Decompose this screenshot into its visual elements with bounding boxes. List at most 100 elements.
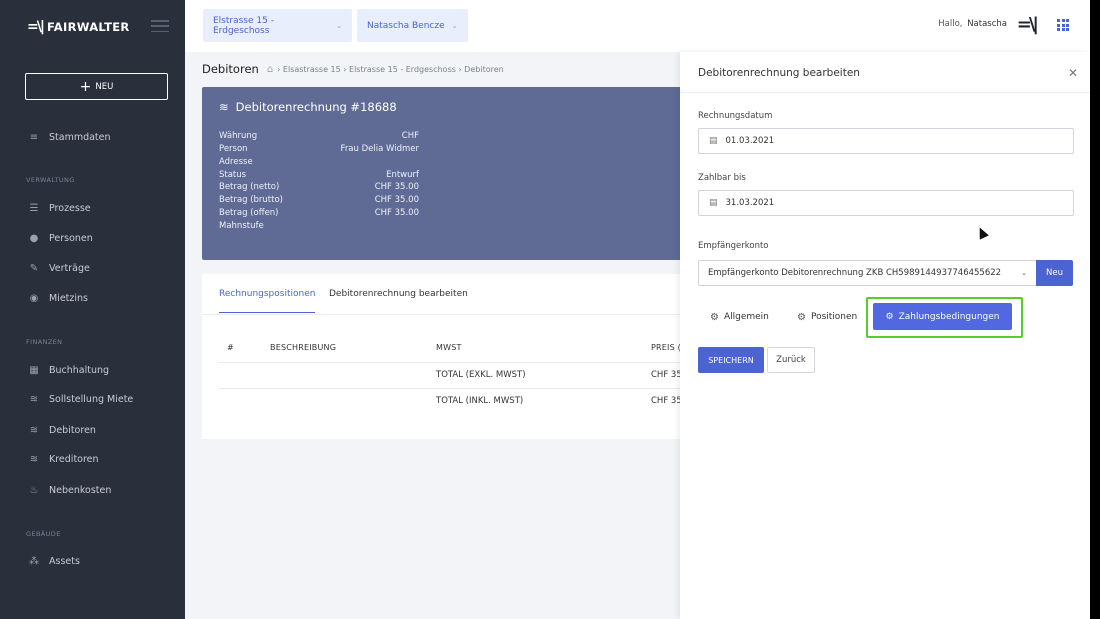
- positions-card: Rechnungspositionen Debitorenrechnung be…: [202, 274, 722, 439]
- apps-grid-icon[interactable]: [1057, 19, 1069, 31]
- total-excl-label: TOTAL (EXKL. MWST): [436, 370, 526, 380]
- sidebar-item-label: Verträge: [49, 262, 90, 274]
- total-excl-value: CHF 35: [651, 370, 682, 380]
- coins-icon: ≋: [29, 393, 39, 405]
- invoice-row: Adresse: [219, 157, 253, 167]
- people-icon: ●: [29, 232, 39, 244]
- sidebar-item-label: Stammdaten: [49, 131, 111, 143]
- invoice-row: Status Entwurf: [219, 170, 419, 180]
- section-gebaeude: GEBÄUDE: [26, 530, 61, 538]
- new-button[interactable]: + NEU: [25, 73, 168, 100]
- process-icon: ☰: [29, 202, 39, 214]
- rent-icon: ◉: [29, 292, 39, 304]
- column-header-mwst: MWST: [436, 343, 462, 352]
- invoice-title-text: Debitorenrechnung #18688: [235, 100, 397, 114]
- flame-icon: ♨: [29, 484, 39, 496]
- invoice-title: ≋ Debitorenrechnung #18688: [219, 100, 397, 114]
- due-date-label: Zahlbar bis: [698, 173, 746, 183]
- sidebar-item-label: Prozesse: [49, 202, 91, 214]
- gear-icon: ⚙: [710, 311, 719, 323]
- close-icon[interactable]: ✕: [1068, 66, 1078, 80]
- account-select-value: Empfängerkonto Debitorenrechnung ZKB CH5…: [708, 268, 1002, 278]
- sidebar-item-vertraege[interactable]: ✎ Verträge: [28, 260, 90, 276]
- tab-divider: [202, 314, 722, 315]
- panel-divider: [680, 92, 1090, 93]
- sidebar-item-label: Mietzins: [49, 292, 89, 304]
- tab-allgemein-label: Allgemein: [723, 312, 769, 322]
- invoice-row: Mahnstufe: [219, 221, 264, 231]
- sidebar-item-mietzins[interactable]: ◉ Mietzins: [28, 290, 88, 306]
- chevron-down-icon: ⌄: [1021, 269, 1027, 277]
- highlight-box: [866, 297, 1023, 338]
- sidebar-item-label: Sollstellung Miete: [49, 393, 134, 405]
- total-incl-value: CHF 35: [651, 396, 682, 406]
- sidebar-item-label: Assets: [49, 555, 80, 567]
- menu-toggle-icon[interactable]: [151, 20, 169, 32]
- assets-icon: ⁂: [29, 555, 39, 567]
- coins-icon: ≋: [219, 100, 229, 114]
- sidebar-item-stammdaten[interactable]: ≡ Stammdaten: [28, 129, 111, 145]
- calendar-icon: ▤: [709, 198, 718, 208]
- invoice-row: Betrag (offen) CHF 35.00: [219, 208, 419, 218]
- tab-rechnungspositionen[interactable]: Rechnungspositionen: [219, 289, 315, 299]
- gear-icon: ⚙: [797, 311, 806, 323]
- invoice-row: Betrag (brutto) CHF 35.00: [219, 195, 419, 205]
- tab-positionen-label: Positionen: [810, 312, 858, 322]
- page-title: Debitoren: [202, 62, 259, 76]
- active-tab-indicator: [219, 312, 315, 313]
- sidebar-item-kreditoren[interactable]: ≋ Kreditoren: [28, 451, 99, 467]
- section-verwaltung: VERWALTUNG: [26, 176, 75, 184]
- tab-positionen[interactable]: ⚙ Positionen: [797, 309, 857, 325]
- ledger-icon: ▦: [29, 364, 39, 376]
- invoice-date-label: Rechnungsdatum: [698, 111, 773, 121]
- sidebar-item-label: Buchhaltung: [49, 364, 110, 376]
- property-select-value: Elstrasse 15 - Erdgeschoss: [213, 15, 274, 36]
- total-incl-label: TOTAL (INKL. MWST): [436, 396, 524, 406]
- sidebar-item-personen[interactable]: ● Personen: [28, 230, 93, 246]
- brand-logo-icon: =\|: [1016, 14, 1039, 35]
- account-select[interactable]: Empfängerkonto Debitorenrechnung ZKB CH5…: [698, 260, 1037, 286]
- breadcrumb-trail: ⌂ › Elsastrasse 15 › Elstrasse 15 - Erdg…: [267, 64, 504, 75]
- person-select-value: Natascha Bencze: [367, 20, 445, 31]
- invoice-summary-card: ≋ Debitorenrechnung #18688 Währung CHF Pe…: [202, 87, 722, 260]
- sidebar-item-nebenkosten[interactable]: ♨ Nebenkosten: [28, 482, 112, 498]
- topbar: Elstrasse 15 - Erdgeschoss ⌄ Natascha Be…: [185, 0, 1090, 52]
- database-icon: ≡: [29, 131, 39, 143]
- column-header-number: #: [227, 343, 234, 352]
- plus-icon: +: [79, 78, 92, 95]
- due-date-value: 31.03.2021: [725, 198, 775, 208]
- section-finanzen: FINANZEN: [26, 338, 63, 346]
- invoice-date-field[interactable]: ▤ 01.03.2021: [698, 128, 1074, 154]
- coins-icon: ≋: [29, 453, 39, 465]
- chevron-down-icon: ⌄: [336, 21, 342, 30]
- sidebar-item-debitoren[interactable]: ≋ Debitoren: [28, 422, 96, 438]
- logo-text: FAIRWALTER: [46, 20, 130, 34]
- sidebar-item-assets[interactable]: ⁂ Assets: [28, 553, 80, 569]
- breadcrumb-text[interactable]: › Elsastrasse 15 › Elstrasse 15 - Erdges…: [277, 65, 504, 74]
- property-select[interactable]: Elstrasse 15 - Erdgeschoss ⌄: [203, 9, 352, 42]
- sidebar-item-buchhaltung[interactable]: ▦ Buchhaltung: [28, 362, 109, 378]
- greeting-text: Hallo,: [938, 19, 963, 29]
- save-button[interactable]: SPEICHERN: [698, 347, 764, 373]
- home-icon[interactable]: ⌂: [267, 64, 273, 75]
- back-button[interactable]: Zurück: [767, 347, 815, 373]
- edit-invoice-panel: Debitorenrechnung bearbeiten ✕ Rechnungs…: [680, 52, 1090, 619]
- row-divider: [219, 362, 722, 363]
- account-label: Empfängerkonto: [698, 241, 769, 251]
- logo[interactable]: =\| FAIRWALTER: [27, 17, 130, 37]
- sidebar-item-label: Nebenkosten: [49, 484, 112, 496]
- sidebar-item-prozesse[interactable]: ☰ Prozesse: [28, 200, 91, 216]
- tab-debitorenrechnung-bearbeiten[interactable]: Debitorenrechnung bearbeiten: [329, 289, 468, 299]
- tab-allgemein[interactable]: ⚙ Allgemein: [710, 309, 769, 325]
- user-greeting[interactable]: Hallo, Natascha: [938, 19, 1007, 29]
- coins-icon: ≋: [29, 424, 39, 436]
- person-select[interactable]: Natascha Bencze ⌄: [357, 9, 468, 42]
- sidebar-item-sollstellung-miete[interactable]: ≋ Sollstellung Miete: [28, 391, 133, 407]
- panel-title: Debitorenrechnung bearbeiten: [698, 67, 860, 79]
- due-date-field[interactable]: ▤ 31.03.2021: [698, 190, 1074, 216]
- user-name: Natascha: [967, 19, 1007, 29]
- invoice-row: Währung CHF: [219, 131, 419, 141]
- invoice-row: Betrag (netto) CHF 35.00: [219, 182, 419, 192]
- new-account-button[interactable]: Neu: [1036, 260, 1073, 286]
- contract-icon: ✎: [29, 262, 39, 274]
